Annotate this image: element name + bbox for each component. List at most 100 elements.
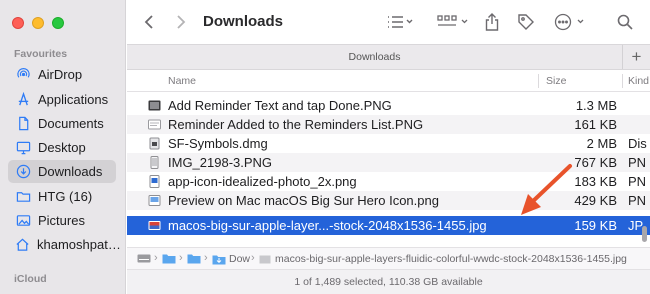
minimize-window-button[interactable] <box>32 17 44 29</box>
finder-window: Favourites AirDrop Applications Document… <box>0 0 650 294</box>
chevron-left-icon <box>144 15 153 29</box>
status-bar: 1 of 1,489 selected, 110.38 GB available <box>127 269 650 294</box>
file-size: 159 KB <box>574 218 617 233</box>
path-separator-icon: › <box>204 252 208 264</box>
sidebar-item-label: Desktop <box>38 140 86 155</box>
annotation-arrow <box>521 164 572 215</box>
file-name: IMG_2198-3.PNG <box>168 155 273 170</box>
list-view-icon <box>388 16 413 28</box>
file-name: app-icon-idealized-photo_2x.png <box>168 174 357 189</box>
sidebar-item-label: AirDrop <box>38 67 83 82</box>
path-separator-icon: › <box>179 252 183 264</box>
path-segment-drive[interactable] <box>137 253 151 264</box>
window-controls <box>12 17 64 29</box>
column-divider[interactable] <box>622 74 623 88</box>
png-file-icon <box>148 100 161 111</box>
file-name: macos-big-sur-apple-layer...-stock-2048x… <box>168 218 487 233</box>
downloads-icon <box>15 164 31 180</box>
disk-image-icon <box>149 137 160 150</box>
close-window-button[interactable] <box>12 17 24 29</box>
png-file-icon <box>149 175 160 188</box>
sidebar-item-desktop[interactable]: Desktop <box>8 136 116 159</box>
column-header-size[interactable]: Size <box>546 75 566 87</box>
grid-group-icon <box>437 15 468 26</box>
jpg-file-icon <box>148 221 161 230</box>
sidebar-heading-favourites: Favourites <box>14 48 68 60</box>
sidebar-item-label: Applications <box>38 92 109 107</box>
share-icon <box>485 13 499 31</box>
file-size: 1.3 MB <box>575 98 617 113</box>
table-row[interactable]: Add Reminder Text and tap Done.PNG 1.3 M… <box>127 96 650 115</box>
sidebar-item-downloads[interactable]: Downloads <box>8 160 116 183</box>
path-file-label: macos-big-sur-apple-layers-fluidic-color… <box>275 253 627 265</box>
table-row[interactable]: Reminder Added to the Reminders List.PNG… <box>127 115 650 134</box>
airdrop-icon <box>15 67 31 83</box>
ellipsis-circle-icon <box>554 13 584 31</box>
sidebar-item-label: Downloads <box>38 164 103 179</box>
column-divider[interactable] <box>538 74 539 88</box>
back-button[interactable] <box>141 12 157 32</box>
png-file-icon <box>150 156 159 169</box>
file-name: Add Reminder Text and tap Done.PNG <box>168 98 392 113</box>
path-segment-file[interactable]: macos-big-sur-apple-layers-fluidic-color… <box>259 253 627 265</box>
search-button[interactable] <box>616 12 634 32</box>
path-segment-users[interactable] <box>162 253 176 264</box>
path-separator-icon: › <box>251 252 255 264</box>
sidebar: Favourites AirDrop Applications Document… <box>0 0 126 294</box>
file-name: Reminder Added to the Reminders List.PNG <box>168 117 424 132</box>
new-tab-button[interactable]: + <box>622 45 650 69</box>
toolbar: Downloads <box>127 0 650 44</box>
path-segment-user[interactable] <box>187 253 201 264</box>
home-icon <box>15 237 30 253</box>
status-text: 1 of 1,489 selected, 110.38 GB available <box>294 276 483 288</box>
sidebar-item-home[interactable]: khamoshpat… <box>8 233 121 256</box>
search-icon <box>617 14 633 30</box>
tab-bar: Downloads + <box>127 44 650 70</box>
file-name: Preview on Mac macOS Big Sur Hero Icon.p… <box>168 193 439 208</box>
table-row[interactable]: SF-Symbols.dmg 2 MB Dis <box>127 134 650 153</box>
column-header-kind[interactable]: Kind <box>628 75 649 87</box>
sidebar-item-label: HTG (16) <box>38 189 93 204</box>
sidebar-item-applications[interactable]: Applications <box>8 88 116 111</box>
file-size: 161 KB <box>574 117 617 132</box>
view-options-button[interactable] <box>385 12 415 32</box>
folder-icon <box>187 254 201 264</box>
share-button[interactable] <box>484 12 500 32</box>
sidebar-item-label: khamoshpat… <box>37 237 121 252</box>
sidebar-item-airdrop[interactable]: AirDrop <box>8 63 116 86</box>
scrollbar-thumb[interactable] <box>642 226 647 242</box>
group-button[interactable] <box>436 12 472 32</box>
tag-icon <box>518 14 534 30</box>
png-file-icon <box>148 195 161 206</box>
chevron-right-icon <box>177 15 186 29</box>
downloads-folder-icon <box>212 255 226 264</box>
path-separator-icon: › <box>154 252 158 264</box>
png-file-icon <box>148 119 161 130</box>
tab-downloads[interactable]: Downloads <box>127 51 622 63</box>
folder-icon <box>15 189 31 205</box>
hard-drive-icon <box>137 254 151 263</box>
zoom-window-button[interactable] <box>52 17 64 29</box>
sidebar-item-documents[interactable]: Documents <box>8 112 116 135</box>
document-icon <box>15 116 31 132</box>
forward-button[interactable] <box>173 12 189 32</box>
file-size: 2 MB <box>586 136 617 151</box>
sidebar-item-pictures[interactable]: Pictures <box>8 209 116 232</box>
path-segment-downloads[interactable]: Dow <box>212 253 250 265</box>
applications-icon <box>15 92 31 108</box>
column-header-row: Name Size Kind <box>127 70 650 92</box>
sidebar-heading-icloud: iCloud <box>14 273 47 285</box>
more-actions-button[interactable] <box>554 12 588 32</box>
scrollbar[interactable] <box>642 92 648 240</box>
sidebar-item-label: Pictures <box>38 213 85 228</box>
file-name: SF-Symbols.dmg <box>168 136 268 151</box>
desktop-icon <box>15 140 31 156</box>
path-segment-label: Dow <box>229 253 251 265</box>
sidebar-item-htg[interactable]: HTG (16) <box>8 185 116 208</box>
column-header-name[interactable]: Name <box>168 75 196 87</box>
folder-icon <box>162 254 176 264</box>
jpg-file-icon <box>259 255 271 263</box>
window-title: Downloads <box>203 13 284 30</box>
sidebar-item-label: Documents <box>38 116 104 131</box>
tag-button[interactable] <box>516 12 536 32</box>
